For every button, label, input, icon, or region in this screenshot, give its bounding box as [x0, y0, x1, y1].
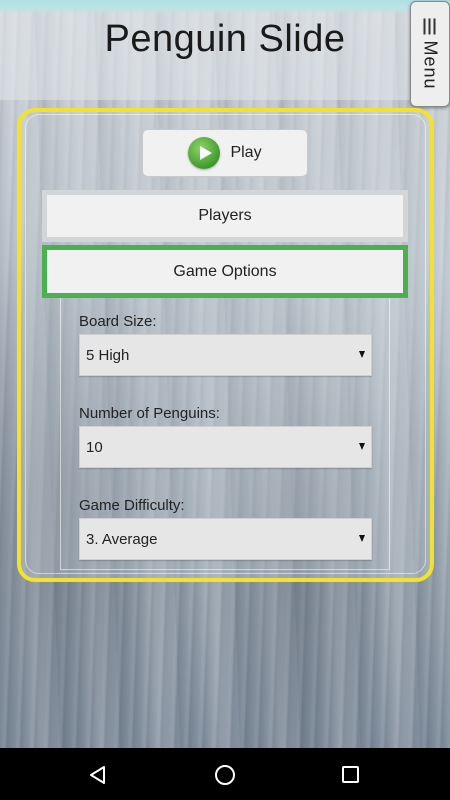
difficulty-select[interactable]: 3. Average [79, 518, 372, 560]
players-label: Players [198, 207, 252, 224]
num-penguins-select[interactable]: 10 [79, 426, 372, 468]
play-icon [188, 137, 221, 169]
app-header: Penguin Slide [0, 0, 450, 100]
play-button[interactable]: Play [142, 129, 308, 177]
difficulty-value: 3. Average [86, 530, 158, 548]
menu-label: Menu [420, 40, 441, 90]
nav-back-icon[interactable] [88, 765, 108, 785]
num-penguins-label: Number of Penguins: [79, 405, 220, 422]
game-options-label: Game Options [173, 262, 277, 280]
system-nav-bar [0, 748, 450, 800]
dropdown-caret-icon [359, 535, 365, 542]
dropdown-caret-icon [359, 351, 365, 358]
nav-home-icon[interactable] [215, 765, 235, 785]
game-options-button[interactable]: Game Options [42, 245, 408, 298]
app-title: Penguin Slide [104, 18, 346, 60]
board-size-select[interactable]: 5 High [79, 334, 372, 376]
difficulty-label: Game Difficulty: [79, 497, 185, 514]
players-button[interactable]: Players [42, 190, 408, 242]
play-label: Play [230, 144, 262, 161]
board-size-value: 5 High [86, 346, 130, 364]
hamburger-icon [423, 18, 437, 35]
nav-recents-icon[interactable] [342, 766, 359, 783]
dropdown-caret-icon [359, 443, 365, 450]
menu-button[interactable]: Menu [410, 1, 450, 107]
board-size-label: Board Size: [79, 313, 157, 330]
num-penguins-value: 10 [86, 438, 103, 456]
